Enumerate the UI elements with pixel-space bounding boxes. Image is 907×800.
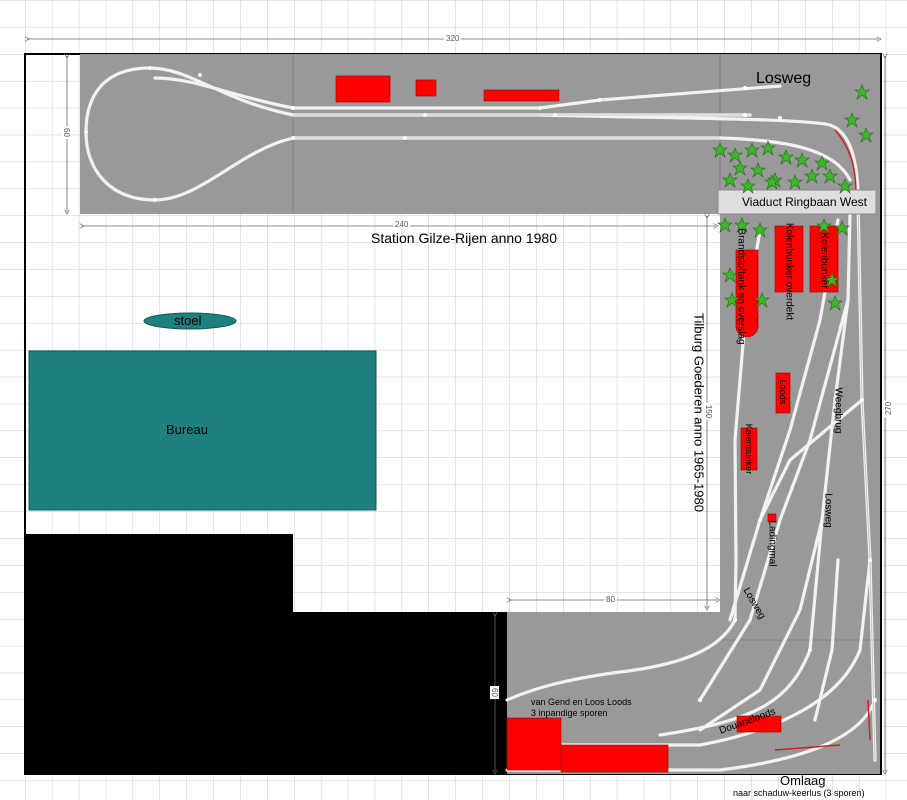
track-plan-drawing: [0, 0, 907, 800]
kolenbunker-2-label: Kolenbunker: [744, 423, 754, 475]
station-building: [335, 75, 391, 103]
dim-upper-depth: 60: [61, 126, 71, 139]
bureau-label: Bureau: [166, 422, 208, 437]
station-platform: [483, 89, 560, 102]
layout-plan: 320 270 60 240 150 80 60 Losweg Viaduct …: [0, 0, 907, 800]
vangend-loods-annex: [560, 744, 669, 773]
loods-label: Loods: [778, 379, 788, 405]
dim-station-length: 240: [393, 220, 411, 229]
kolenbunker-1-label: Kolenbunker: [818, 232, 830, 289]
weegbrug-label: Weegbrug: [832, 387, 844, 434]
stoel-label: stoel: [174, 313, 202, 328]
omlaag-label: Omlaag: [780, 773, 826, 788]
station-shed: [415, 79, 437, 97]
dim-corner-width: 80: [604, 595, 617, 604]
losweg-top-label: Losweg: [756, 70, 812, 87]
vangend-label-line2: 3 inpandige sporen: [531, 708, 608, 718]
kolenbunker-overdekt-label: Kolenbunker overdekt: [783, 222, 795, 321]
ladingmal-label: Ladingmal: [766, 520, 778, 567]
dim-lower-depth: 60: [489, 686, 499, 699]
dim-overall-width: 320: [444, 34, 462, 43]
station-label: Station Gilze-Rijen anno 1980: [371, 230, 558, 246]
vangend-loods-building: [506, 717, 562, 771]
dim-height-right: 270: [884, 399, 894, 418]
viaduct-label: Viaduct Ringbaan West: [742, 195, 867, 209]
losweg-mid-label: Losweg: [822, 493, 834, 528]
schaduw-label: naar schaduw-keerlus (3 sporen): [733, 788, 865, 798]
tilburg-label: Tilburg Goederen anno 1965-1980: [691, 313, 707, 512]
brandstof-label: Brandstoftank en overslag: [735, 228, 747, 345]
obstacle-left: [25, 534, 293, 774]
obstacle-middle: [293, 612, 507, 774]
vangend-label-line1: van Gend en Loos Loods: [531, 697, 632, 707]
